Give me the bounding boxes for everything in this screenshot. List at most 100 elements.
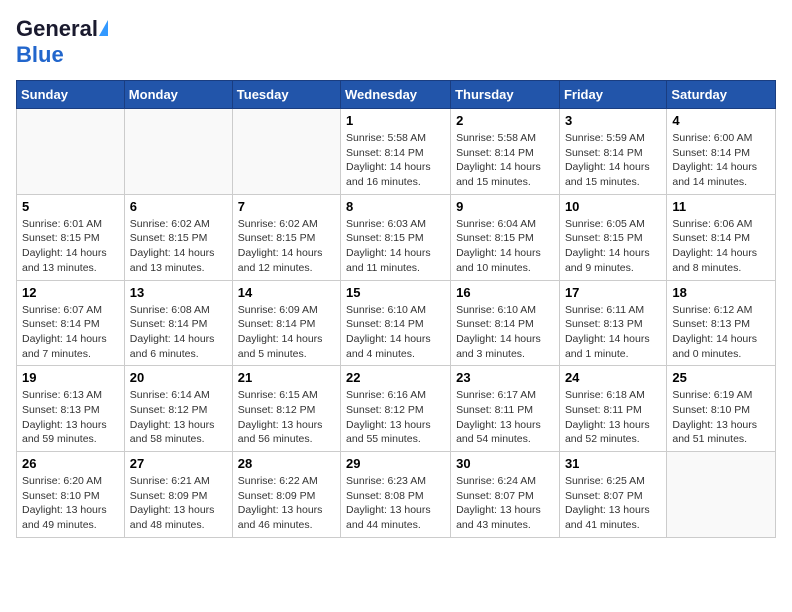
day-info: Sunrise: 6:21 AMSunset: 8:09 PMDaylight:… [130, 474, 227, 533]
weekday-header-row: SundayMondayTuesdayWednesdayThursdayFrid… [17, 81, 776, 109]
day-number: 29 [346, 456, 445, 471]
day-info: Sunrise: 6:22 AMSunset: 8:09 PMDaylight:… [238, 474, 335, 533]
day-number: 31 [565, 456, 661, 471]
day-info: Sunrise: 6:03 AMSunset: 8:15 PMDaylight:… [346, 217, 445, 276]
calendar-cell: 18 Sunrise: 6:12 AMSunset: 8:13 PMDayligh… [667, 280, 776, 366]
calendar-cell: 15Sunrise: 6:10 AMSunset: 8:14 PMDayligh… [341, 280, 451, 366]
day-number: 10 [565, 199, 661, 214]
calendar-cell: 12Sunrise: 6:07 AMSunset: 8:14 PMDayligh… [17, 280, 125, 366]
calendar-cell: 24 Sunrise: 6:18 AMSunset: 8:11 PMDayligh… [559, 366, 666, 452]
day-number: 20 [130, 370, 227, 385]
weekday-header-thursday: Thursday [451, 81, 560, 109]
day-number: 9 [456, 199, 554, 214]
calendar-cell: 26 Sunrise: 6:20 AMSunset: 8:10 PMDayligh… [17, 452, 125, 538]
weekday-header-friday: Friday [559, 81, 666, 109]
day-info: Sunrise: 6:25 AMSunset: 8:07 PMDaylight:… [565, 474, 661, 533]
day-number: 23 [456, 370, 554, 385]
calendar-cell: 22Sunrise: 6:16 AMSunset: 8:12 PMDayligh… [341, 366, 451, 452]
day-info: Sunrise: 5:58 AMSunset: 8:14 PMDaylight:… [456, 131, 554, 190]
calendar-cell [124, 109, 232, 195]
day-info: Sunrise: 6:11 AMSunset: 8:13 PMDaylight:… [565, 303, 661, 362]
day-number: 4 [672, 113, 770, 128]
calendar-cell [667, 452, 776, 538]
day-number: 1 [346, 113, 445, 128]
day-number: 21 [238, 370, 335, 385]
calendar-cell [17, 109, 125, 195]
day-number: 15 [346, 285, 445, 300]
calendar-cell: 7 Sunrise: 6:02 AMSunset: 8:15 PMDaylight… [232, 194, 340, 280]
day-number: 11 [672, 199, 770, 214]
day-info: Sunrise: 6:24 AMSunset: 8:07 PMDaylight:… [456, 474, 554, 533]
day-number: 22 [346, 370, 445, 385]
logo-triangle-icon [99, 20, 108, 36]
day-number: 24 [565, 370, 661, 385]
day-info: Sunrise: 6:00 AMSunset: 8:14 PMDaylight:… [672, 131, 770, 190]
calendar-cell: 10 Sunrise: 6:05 AMSunset: 8:15 PMDayligh… [559, 194, 666, 280]
day-info: Sunrise: 6:10 AMSunset: 8:14 PMDaylight:… [456, 303, 554, 362]
calendar-cell: 11 Sunrise: 6:06 AMSunset: 8:14 PMDayligh… [667, 194, 776, 280]
logo-general: General [16, 16, 98, 42]
day-info: Sunrise: 6:20 AMSunset: 8:10 PMDaylight:… [22, 474, 119, 533]
calendar-cell: 16 Sunrise: 6:10 AMSunset: 8:14 PMDayligh… [451, 280, 560, 366]
calendar-cell: 29 Sunrise: 6:23 AMSunset: 8:08 PMDayligh… [341, 452, 451, 538]
page-header: General Blue [16, 16, 776, 68]
day-number: 5 [22, 199, 119, 214]
logo-blue: Blue [16, 42, 64, 68]
weekday-header-wednesday: Wednesday [341, 81, 451, 109]
day-number: 14 [238, 285, 335, 300]
day-number: 8 [346, 199, 445, 214]
day-info: Sunrise: 6:13 AMSunset: 8:13 PMDaylight:… [22, 388, 119, 447]
day-info: Sunrise: 6:02 AMSunset: 8:15 PMDaylight:… [238, 217, 335, 276]
day-info: Sunrise: 5:58 AMSunset: 8:14 PMDaylight:… [346, 131, 445, 190]
day-info: Sunrise: 6:05 AMSunset: 8:15 PMDaylight:… [565, 217, 661, 276]
day-number: 27 [130, 456, 227, 471]
day-number: 25 [672, 370, 770, 385]
day-number: 18 [672, 285, 770, 300]
calendar-week-5: 26 Sunrise: 6:20 AMSunset: 8:10 PMDayligh… [17, 452, 776, 538]
day-number: 3 [565, 113, 661, 128]
day-info: Sunrise: 6:19 AMSunset: 8:10 PMDaylight:… [672, 388, 770, 447]
logo: General Blue [16, 16, 108, 68]
day-info: Sunrise: 6:18 AMSunset: 8:11 PMDaylight:… [565, 388, 661, 447]
calendar-week-4: 19 Sunrise: 6:13 AMSunset: 8:13 PMDayligh… [17, 366, 776, 452]
calendar-cell: 6 Sunrise: 6:02 AMSunset: 8:15 PMDaylight… [124, 194, 232, 280]
calendar-cell: 2 Sunrise: 5:58 AMSunset: 8:14 PMDaylight… [451, 109, 560, 195]
day-info: Sunrise: 6:06 AMSunset: 8:14 PMDaylight:… [672, 217, 770, 276]
calendar-cell: 8 Sunrise: 6:03 AMSunset: 8:15 PMDaylight… [341, 194, 451, 280]
day-info: Sunrise: 6:04 AMSunset: 8:15 PMDaylight:… [456, 217, 554, 276]
calendar-cell: 3 Sunrise: 5:59 AMSunset: 8:14 PMDaylight… [559, 109, 666, 195]
calendar-cell: 25 Sunrise: 6:19 AMSunset: 8:10 PMDayligh… [667, 366, 776, 452]
day-info: Sunrise: 6:07 AMSunset: 8:14 PMDaylight:… [22, 303, 119, 362]
day-number: 2 [456, 113, 554, 128]
calendar-cell [232, 109, 340, 195]
calendar-cell: 17 Sunrise: 6:11 AMSunset: 8:13 PMDayligh… [559, 280, 666, 366]
calendar-week-3: 12Sunrise: 6:07 AMSunset: 8:14 PMDayligh… [17, 280, 776, 366]
day-number: 7 [238, 199, 335, 214]
calendar-cell: 1 Sunrise: 5:58 AMSunset: 8:14 PMDaylight… [341, 109, 451, 195]
day-info: Sunrise: 6:09 AMSunset: 8:14 PMDaylight:… [238, 303, 335, 362]
day-info: Sunrise: 5:59 AMSunset: 8:14 PMDaylight:… [565, 131, 661, 190]
day-number: 6 [130, 199, 227, 214]
calendar-cell: 31 Sunrise: 6:25 AMSunset: 8:07 PMDayligh… [559, 452, 666, 538]
day-info: Sunrise: 6:23 AMSunset: 8:08 PMDaylight:… [346, 474, 445, 533]
weekday-header-monday: Monday [124, 81, 232, 109]
calendar-cell: 27 Sunrise: 6:21 AMSunset: 8:09 PMDayligh… [124, 452, 232, 538]
day-info: Sunrise: 6:12 AMSunset: 8:13 PMDaylight:… [672, 303, 770, 362]
day-number: 30 [456, 456, 554, 471]
day-number: 19 [22, 370, 119, 385]
day-number: 13 [130, 285, 227, 300]
calendar-cell: 19 Sunrise: 6:13 AMSunset: 8:13 PMDayligh… [17, 366, 125, 452]
day-number: 26 [22, 456, 119, 471]
day-number: 28 [238, 456, 335, 471]
calendar-cell: 13Sunrise: 6:08 AMSunset: 8:14 PMDayligh… [124, 280, 232, 366]
calendar-cell: 5Sunrise: 6:01 AMSunset: 8:15 PMDaylight… [17, 194, 125, 280]
day-number: 17 [565, 285, 661, 300]
day-info: Sunrise: 6:02 AMSunset: 8:15 PMDaylight:… [130, 217, 227, 276]
calendar-cell: 9 Sunrise: 6:04 AMSunset: 8:15 PMDaylight… [451, 194, 560, 280]
calendar-week-2: 5Sunrise: 6:01 AMSunset: 8:15 PMDaylight… [17, 194, 776, 280]
day-info: Sunrise: 6:17 AMSunset: 8:11 PMDaylight:… [456, 388, 554, 447]
weekday-header-saturday: Saturday [667, 81, 776, 109]
calendar-cell: 20Sunrise: 6:14 AMSunset: 8:12 PMDayligh… [124, 366, 232, 452]
day-number: 16 [456, 285, 554, 300]
calendar-cell: 4 Sunrise: 6:00 AMSunset: 8:14 PMDaylight… [667, 109, 776, 195]
